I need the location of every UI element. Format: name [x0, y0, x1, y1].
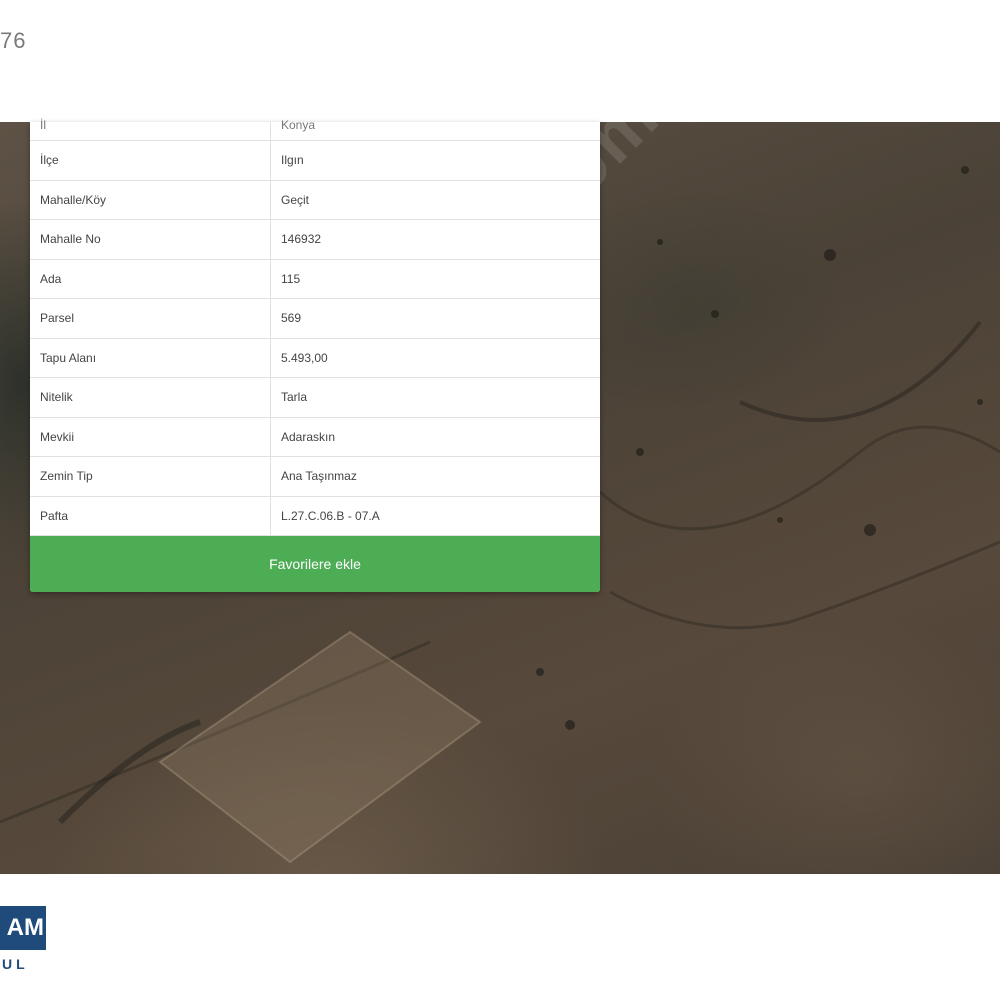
- info-row-value: L.27.C.06.B - 07.A: [270, 496, 600, 536]
- brand-logo-subtext: UL: [2, 956, 29, 972]
- info-row: Ada 115: [30, 259, 600, 299]
- info-row-label: Pafta: [30, 496, 271, 536]
- info-row-label: Mahalle No: [30, 219, 271, 260]
- info-row-value: 115: [270, 259, 600, 299]
- parcel-info-table: İl Konya İlçe Ilgın Mahalle/Köy Geçit Mahalle …: [30, 119, 600, 536]
- info-row: Mevkii Adaraskın: [30, 417, 600, 457]
- info-row-value: Ana Taşınmaz: [270, 456, 600, 497]
- info-row-label: Zemin Tip: [30, 456, 271, 497]
- info-row: Nitelik Tarla: [30, 377, 600, 418]
- info-row-label: İlçe: [30, 140, 271, 181]
- info-row-value: Adaraskın: [270, 417, 600, 457]
- info-row-label: Tapu Alanı: [30, 338, 271, 378]
- info-row-value: Konya: [270, 119, 600, 141]
- info-row-value: 569: [270, 298, 600, 339]
- info-row-label: Nitelik: [30, 377, 271, 418]
- info-row-value: Ilgın: [270, 140, 600, 181]
- brand-logo: AM: [0, 906, 46, 950]
- info-row: Zemin Tip Ana Taşınmaz: [30, 456, 600, 497]
- info-row-value: Geçit: [270, 180, 600, 220]
- info-row: Pafta L.27.C.06.B - 07.A: [30, 496, 600, 536]
- info-row-label: Parsel: [30, 298, 271, 339]
- parcel-info-panel: İl Konya İlçe Ilgın Mahalle/Köy Geçit Mahalle …: [30, 119, 600, 592]
- info-row: Mahalle/Köy Geçit: [30, 180, 600, 220]
- listing-number: 76: [0, 28, 27, 53]
- info-row-value: 146932: [270, 219, 600, 260]
- info-row: İlçe Ilgın: [30, 140, 600, 181]
- info-row: Tapu Alanı 5.493,00: [30, 338, 600, 378]
- info-row-label: Ada: [30, 259, 271, 299]
- info-row-label: Mahalle/Köy: [30, 180, 271, 220]
- info-row: Mahalle No 146932: [30, 219, 600, 260]
- info-row-value: Tarla: [270, 377, 600, 418]
- add-to-favorites-button[interactable]: Favorilere ekle: [30, 536, 600, 592]
- info-row: İl Konya: [30, 119, 600, 141]
- info-row: Parsel 569: [30, 298, 600, 339]
- info-row-label: İl: [30, 119, 271, 141]
- info-row-label: Mevkii: [30, 417, 271, 457]
- info-row-value: 5.493,00: [270, 338, 600, 378]
